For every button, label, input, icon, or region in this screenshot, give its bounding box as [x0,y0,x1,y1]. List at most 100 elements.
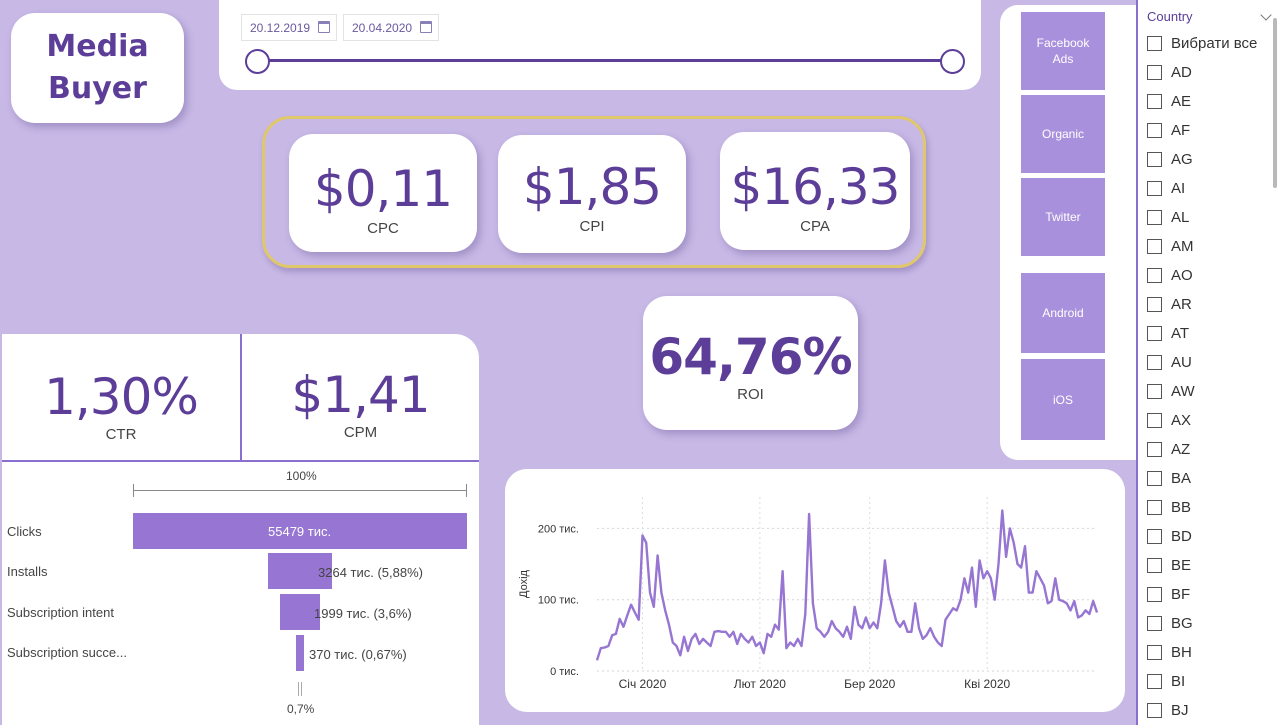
platform-button-ios[interactable]: iOS [1021,359,1105,440]
checkbox[interactable] [1147,702,1162,718]
source-button-facebook-ads[interactable]: Facebook Ads [1021,12,1105,90]
cpa-value: $16,33 [730,158,901,216]
start-date-input[interactable]: 20.12.2019 [241,14,337,41]
country-item[interactable]: AR [1147,293,1192,315]
checkbox[interactable] [1147,470,1162,486]
country-item-label: AI [1171,179,1186,197]
cpm-label: CPM [343,424,378,441]
country-item-label: AR [1171,295,1192,313]
roi-label: ROI [737,386,764,403]
end-date-input[interactable]: 20.04.2020 [343,14,439,41]
checkbox[interactable] [1147,267,1162,283]
cpc-label: CPC [367,220,399,237]
checkbox[interactable] [1147,615,1162,631]
country-item-label: AD [1171,63,1192,81]
checkbox[interactable] [1147,586,1162,602]
country-item[interactable]: AI [1147,177,1185,199]
country-item[interactable]: AG [1147,148,1193,170]
date-range-track[interactable] [257,59,953,62]
country-item[interactable]: AD [1147,61,1192,83]
x-tick-label: Кві 2020 [964,677,1010,691]
country-item[interactable]: AW [1147,380,1195,402]
country-item[interactable]: AU [1147,351,1192,373]
checkbox[interactable] [1147,644,1162,660]
checkbox[interactable] [1147,64,1162,80]
calendar-icon[interactable] [318,21,330,33]
country-scrollbar[interactable] [1273,18,1277,188]
x-tick-label: Січ 2020 [619,677,667,691]
funnel-bottom-percent: 0,7% [287,702,315,716]
checkbox[interactable] [1147,441,1162,457]
country-item-label: AG [1171,150,1193,168]
checkbox[interactable] [1147,499,1162,515]
country-item[interactable]: AT [1147,322,1189,344]
country-item-label: AZ [1171,440,1191,458]
country-item[interactable]: BA [1147,467,1191,489]
funnel-stage-label: Subscription succe... [7,645,127,660]
country-slicer: Country Вибрати все AD AE AF AG AI AL AM AO AR AT A… [1136,0,1279,725]
country-item[interactable]: AL [1147,206,1189,228]
checkbox[interactable] [1147,35,1162,51]
country-item-label: BH [1171,643,1192,661]
funnel-bar-subscription-success[interactable] [296,635,304,671]
chevron-down-icon[interactable] [1260,9,1272,21]
country-item[interactable]: BD [1147,525,1192,547]
country-item-label: AO [1171,266,1193,284]
country-item[interactable]: AF [1147,119,1190,141]
platform-button-android[interactable]: Android [1021,273,1105,353]
country-item[interactable]: AM [1147,235,1194,257]
select-all-checkbox-item[interactable]: Вибрати все [1147,32,1257,54]
checkbox[interactable] [1147,383,1162,399]
country-item-label: BB [1171,498,1192,516]
country-item[interactable]: BI [1147,670,1185,692]
country-item-label: AE [1171,92,1192,110]
country-item-label: AT [1171,324,1190,342]
country-item[interactable]: AE [1147,90,1191,112]
calendar-icon[interactable] [420,21,432,33]
checkbox[interactable] [1147,325,1162,341]
x-tick-label: Бер 2020 [844,677,896,691]
country-item[interactable]: BF [1147,583,1190,605]
checkbox[interactable] [1147,151,1162,167]
roi-card: 64,76% ROI [643,296,858,430]
checkbox[interactable] [1147,209,1162,225]
country-item[interactable]: AO [1147,264,1193,286]
country-item-label: AW [1171,382,1195,400]
ctr-label: CTR [105,426,137,443]
date-range-end-handle[interactable] [940,49,965,74]
source-button-twitter[interactable]: Twitter [1021,178,1105,256]
checkbox[interactable] [1147,238,1162,254]
country-item-label: BA [1171,469,1192,487]
checkbox[interactable] [1147,180,1162,196]
checkbox[interactable] [1147,528,1162,544]
country-item[interactable]: AX [1147,409,1191,431]
checkbox[interactable] [1147,673,1162,689]
funnel-range-tick [466,484,467,497]
country-item-label: Вибрати все [1171,34,1258,52]
date-range-start-handle[interactable] [245,49,270,74]
source-button-organic[interactable]: Organic [1021,95,1105,173]
country-item-label: BE [1171,556,1192,574]
checkbox[interactable] [1147,122,1162,138]
revenue-line-series[interactable] [595,509,1099,661]
roi-value: 64,76% [649,328,852,386]
checkbox[interactable] [1147,93,1162,109]
checkbox[interactable] [1147,354,1162,370]
funnel-range-tick [298,682,299,696]
checkbox[interactable] [1147,296,1162,312]
country-item[interactable]: BG [1147,612,1193,634]
checkbox[interactable] [1147,557,1162,573]
country-item-label: AM [1171,237,1194,255]
checkbox[interactable] [1147,412,1162,428]
country-item[interactable]: AZ [1147,438,1190,460]
country-item[interactable]: BE [1147,554,1191,576]
revenue-line-chart[interactable]: 0 тис. 100 тис. 200 тис. Січ 2020 Лют 2020 Б… [505,469,1125,712]
funnel-top-percent: 100% [286,469,317,483]
funnel-stage-label: Clicks [7,524,42,539]
country-slicer-header: Country [1147,9,1193,24]
country-item[interactable]: BB [1147,496,1191,518]
cpa-card: $16,33 CPA [720,132,910,250]
country-item[interactable]: BH [1147,641,1192,663]
cpm-block: $1,41 CPM [242,334,479,460]
country-item[interactable]: BJ [1147,699,1189,721]
